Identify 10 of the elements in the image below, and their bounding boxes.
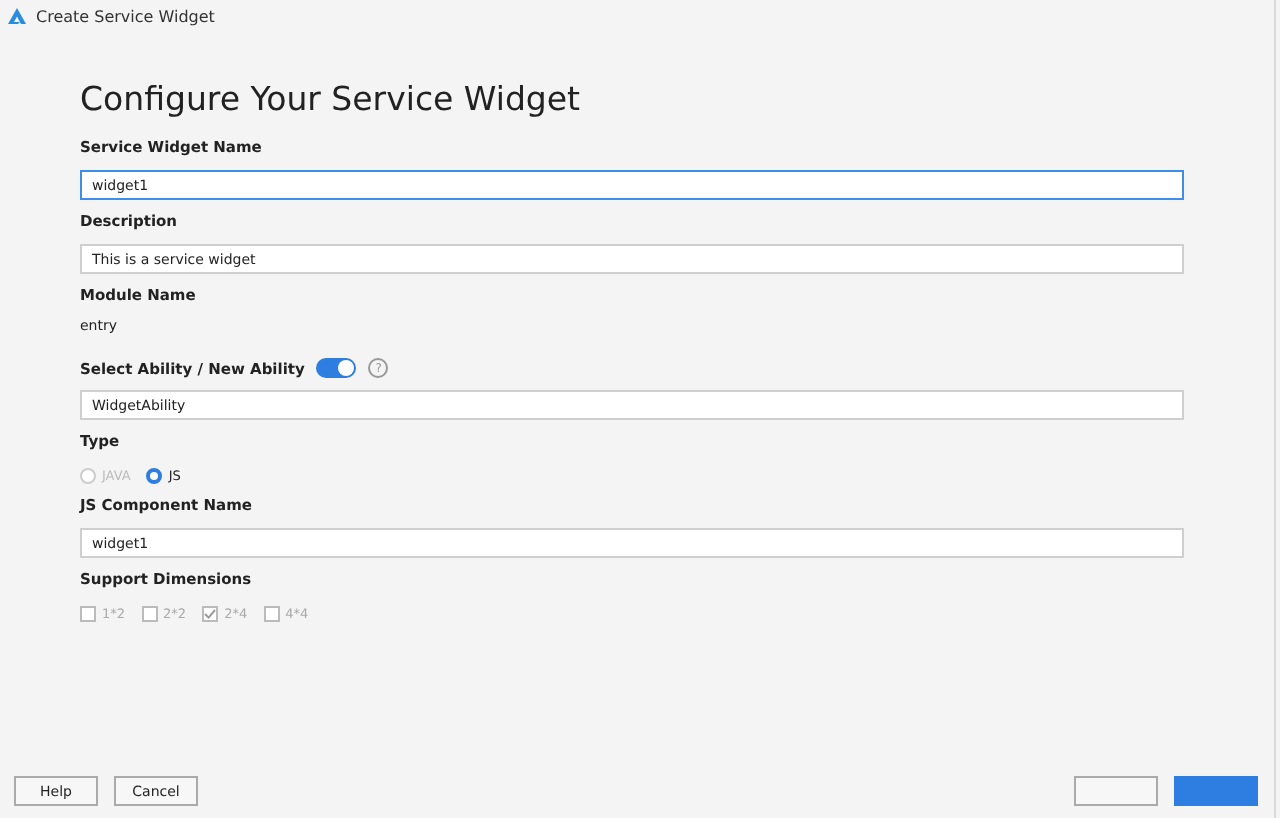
checkbox[interactable] — [263, 606, 280, 622]
checkbox[interactable] — [80, 606, 96, 622]
checkbox[interactable] — [141, 606, 158, 622]
window-title: Create Service Widget — [36, 7, 215, 25]
app-logo-icon — [8, 8, 26, 24]
page-heading: Configure Your Service Widget — [80, 80, 583, 118]
checkbox[interactable] — [202, 606, 219, 622]
dialog-button[interactable] — [1074, 776, 1158, 806]
toggle-switch[interactable] — [316, 358, 357, 378]
radio-button[interactable] — [146, 468, 163, 484]
